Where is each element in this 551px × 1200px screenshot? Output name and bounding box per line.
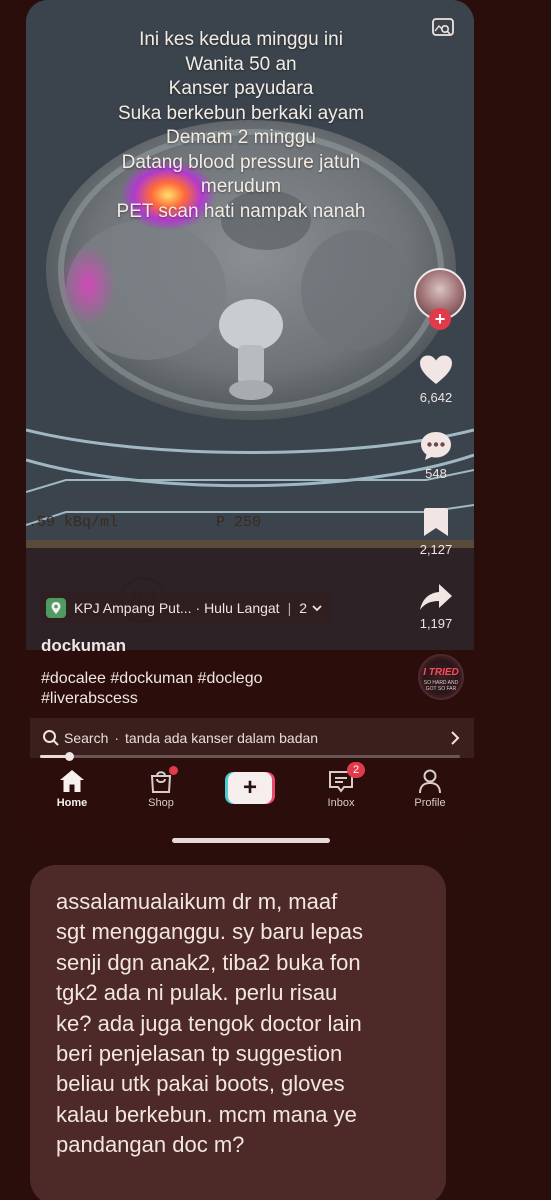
- hashtag-line[interactable]: #liverabscess: [41, 689, 371, 709]
- chevron-down-icon: [312, 604, 322, 611]
- message-line: assalamualaikum dr m, maaf: [56, 889, 338, 914]
- share-arrow-icon: [420, 584, 452, 610]
- bookmark-icon: [424, 508, 448, 536]
- comment-icon: [421, 432, 451, 460]
- video-player[interactable]: .59 kBq/ml P 250 Ini kes kedua minggu in…: [26, 0, 474, 650]
- message-line: tgk2 ada ni pulak. perlu risau: [56, 980, 338, 1006]
- search-suggestion-bar[interactable]: Search · tanda ada kanser dalam badan: [30, 718, 474, 758]
- caption-line: PET scan hati nampak nanah: [116, 200, 366, 222]
- music-disc[interactable]: I TRIED SO HARD AND GOT SO FAR: [418, 654, 464, 700]
- heart-icon: [420, 355, 452, 384]
- tab-inbox-label: Inbox: [327, 797, 355, 809]
- video-caption: Ini kes kedua minggu ini Wanita 50 an Ka…: [66, 28, 416, 224]
- music-disc-title: I TRIED: [423, 667, 459, 678]
- caption-line: Datang blood pressure jatuh: [121, 151, 361, 173]
- caption-line: Ini kes kedua minggu ini: [139, 29, 343, 50]
- scan-text-left: .59 kBq/ml: [28, 514, 118, 531]
- message-line: kalau berkebun. mcm mana ye: [56, 1101, 357, 1127]
- chevron-right-icon: [451, 731, 460, 745]
- screenshot-page: .59 kBq/ml P 250 Ini kes kedua minggu in…: [0, 0, 551, 1200]
- tab-profile[interactable]: Profile: [395, 768, 465, 809]
- share-button[interactable]: 1,197: [410, 582, 462, 631]
- follow-button[interactable]: +: [429, 308, 451, 330]
- location-pin-icon: [46, 597, 66, 618]
- profile-icon: [419, 769, 441, 794]
- tab-shop-label: Shop: [148, 797, 174, 809]
- tiktok-screen: .59 kBq/ml P 250 Ini kes kedua minggu in…: [26, 0, 474, 852]
- like-count: 6,642: [419, 390, 453, 405]
- caption-line: Demam 2 minggu: [166, 127, 316, 148]
- message-line: beri penjelasan tp suggestion: [56, 1041, 343, 1067]
- search-icon: [43, 730, 59, 746]
- message-line: beliau utk pakai boots, gloves: [56, 1071, 345, 1097]
- create-button[interactable]: +: [225, 772, 275, 804]
- search-label: Search: [64, 730, 109, 746]
- caption-line: Kanser payudara: [168, 78, 314, 99]
- share-count: 1,197: [419, 616, 453, 631]
- tab-home-label: Home: [56, 797, 88, 809]
- message-line: sgt mengganggu. sy baru lepas: [56, 919, 363, 945]
- location-count: 2: [299, 599, 308, 616]
- post-hashtags[interactable]: #docalee #dockuman #doclego #liverabsces…: [41, 669, 371, 709]
- message-line: senji dgn anak2, tiba2 buka fon: [56, 949, 361, 975]
- home-indicator[interactable]: [172, 838, 330, 843]
- hashtag-line[interactable]: #docalee #dockuman #doclego: [41, 669, 371, 689]
- comment-button[interactable]: 548: [410, 430, 462, 481]
- tab-shop[interactable]: Shop: [126, 766, 196, 809]
- comment-count: 548: [425, 466, 447, 481]
- location-place: KPJ Ampang Put...: [74, 599, 192, 616]
- message-line: ke? ada juga tengok doctor lain: [56, 1010, 362, 1036]
- playback-progress[interactable]: [40, 752, 460, 761]
- home-icon: [60, 770, 84, 792]
- tab-profile-label: Profile: [414, 797, 446, 809]
- music-disc-subtitle: SO HARD AND GOT SO FAR: [423, 680, 459, 692]
- post-username[interactable]: dockuman: [41, 636, 126, 656]
- caption-line: Suka berkebun berkaki ayam: [117, 102, 365, 124]
- location-area: · Hulu Langat: [195, 599, 280, 616]
- caption-line: Wanita 50 an: [185, 53, 297, 75]
- tab-home[interactable]: Home: [37, 768, 107, 809]
- location-chip[interactable]: KPJ Ampang Put... · Hulu Langat | 2: [40, 592, 332, 623]
- message-bubble: assalamualaikum dr m, maaf sgt menggangg…: [30, 865, 446, 1200]
- bottom-tab-bar: Home Shop + 2 Inbox Profile: [26, 762, 474, 822]
- save-count: 2,127: [419, 542, 453, 557]
- tab-inbox[interactable]: 2 Inbox: [306, 762, 376, 809]
- message-line: pandangan doc m?: [56, 1132, 245, 1158]
- shop-notification-dot: [169, 766, 178, 775]
- save-button[interactable]: 2,127: [410, 506, 462, 557]
- caption-line: merudum: [200, 176, 282, 197]
- search-dot: ·: [114, 730, 120, 746]
- playback-scrubber[interactable]: [65, 752, 75, 761]
- like-button[interactable]: 6,642: [410, 354, 462, 405]
- scan-text-right: P 250: [216, 514, 261, 531]
- image-search-icon[interactable]: [432, 18, 454, 38]
- inbox-badge: 2: [347, 762, 365, 778]
- search-query: tanda ada kanser dalam badan: [125, 730, 319, 746]
- plus-icon: +: [228, 772, 272, 804]
- location-separator: |: [287, 599, 292, 616]
